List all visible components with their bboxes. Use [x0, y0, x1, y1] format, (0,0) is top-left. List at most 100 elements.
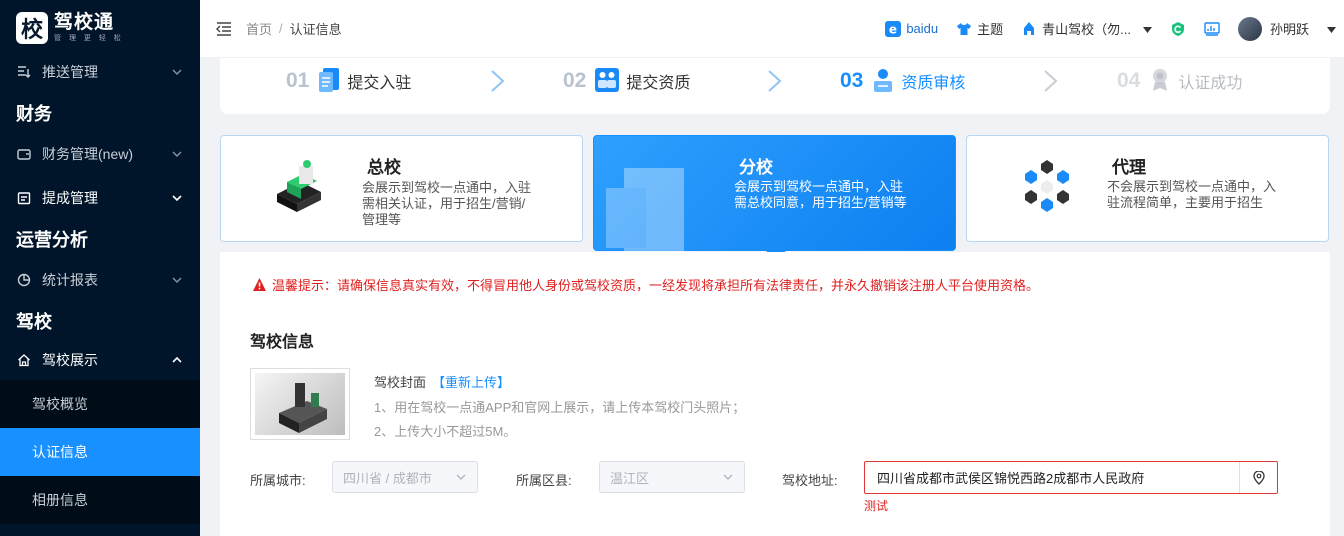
- sidebar-item-school-display[interactable]: 驾校展示: [0, 340, 200, 380]
- sidebar-item-label: 提成管理: [42, 190, 98, 206]
- school-logo-icon: [1021, 21, 1037, 37]
- card-description-line: 驻流程简单，主要用于招生: [1107, 195, 1264, 210]
- dashboard-button[interactable]: [1204, 21, 1220, 37]
- sidebar-item-finance[interactable]: 财务管理(new): [0, 132, 200, 176]
- top-header: 首页 / 认证信息 e baidu 主题 青山驾校（勿... 孙明跃: [200, 0, 1344, 58]
- card-branch-school[interactable]: 分校 会展示到驾校一点通中，入驻 需总校同意，用于招生/营销等: [593, 135, 956, 252]
- pie-chart-icon: [16, 272, 32, 288]
- warning-text: 温馨提示：请确保信息真实有效，不得冒用他人身份或驾校资质，一经发现将承担所有法律…: [272, 278, 1040, 293]
- card-description: 会展示到驾校一点通中，入驻 需总校同意，用于招生/营销等: [734, 179, 907, 211]
- step-certified: 04 认证成功: [1117, 66, 1242, 96]
- district-label: 所属区县:: [516, 473, 572, 488]
- logo-subtitle: 管 理 更 轻 松: [54, 35, 124, 42]
- address-label: 驾校地址:: [782, 473, 838, 488]
- cover-label: 驾校封面: [374, 375, 427, 390]
- step-submit-entry: 01 提交入驻: [286, 66, 411, 96]
- card-description-line: 管理等: [362, 212, 402, 227]
- card-head-school[interactable]: 总校 会展示到驾校一点通中，入驻 需相关认证，用于招生/营销/ 管理等: [220, 135, 583, 242]
- sidebar-item-label: 驾校展示: [42, 352, 98, 368]
- cover-info: 驾校封面 【重新上传】: [374, 372, 510, 391]
- theme-button[interactable]: 主题: [956, 19, 1003, 38]
- step-label: 资质审核: [901, 75, 966, 92]
- card-description: 会展示到驾校一点通中，入驻 需相关认证，用于招生/营销/ 管理等: [362, 180, 531, 228]
- chevron-down-icon: [170, 273, 184, 287]
- shield-check-button[interactable]: [1170, 21, 1186, 37]
- document-icon: [317, 67, 341, 96]
- breadcrumb: 首页 / 认证信息: [246, 19, 342, 38]
- chevron-down-icon: [456, 474, 466, 480]
- home-icon: [16, 352, 32, 368]
- group-title-operations: 运营分析: [16, 230, 88, 250]
- city-label: 所属城市:: [250, 473, 306, 488]
- wallet-icon: [16, 146, 32, 162]
- card-description-line: 不会展示到驾校一点通中，入: [1107, 179, 1277, 194]
- breadcrumb-home[interactable]: 首页: [246, 19, 272, 38]
- chevron-up-icon: [170, 353, 184, 367]
- caret-down-icon: [1142, 21, 1152, 36]
- user-menu[interactable]: 孙明跃: [1237, 16, 1336, 41]
- theme-label: 主题: [977, 22, 1004, 37]
- cover-thumbnail[interactable]: [250, 368, 350, 440]
- address-error: 测试: [864, 499, 889, 513]
- head-school-illustration-icon: [269, 156, 329, 219]
- cover-image: [255, 373, 345, 435]
- location-pin-icon[interactable]: [1239, 462, 1277, 493]
- svg-text:e: e: [889, 22, 897, 36]
- menu-fold-icon[interactable]: [216, 21, 232, 37]
- step-number: 04: [1117, 69, 1141, 92]
- card-title: 代理: [1112, 158, 1146, 177]
- card-description-line: 需相关认证，用于招生/营销/: [362, 196, 526, 211]
- city-select[interactable]: 四川省 / 成都市: [332, 461, 478, 493]
- app-logo[interactable]: 校 驾校通 管 理 更 轻 松: [0, 0, 200, 56]
- users-icon: [594, 67, 620, 96]
- sidebar-subitem-certification[interactable]: 认证信息: [0, 428, 200, 476]
- monitor-chart-icon: [1204, 21, 1220, 37]
- card-title: 总校: [367, 158, 401, 177]
- card-description-line: 需总校同意，用于招生/营销等: [734, 195, 907, 210]
- district-select[interactable]: 温江区: [599, 461, 745, 493]
- address-input[interactable]: 四川省成都市武侯区锦悦西路2成都市人民政府: [864, 461, 1278, 494]
- card-description-line: 会展示到驾校一点通中，入驻: [362, 180, 532, 195]
- step-number: 03: [840, 69, 864, 92]
- chevron-down-icon: [170, 191, 184, 205]
- sidebar-item-reports[interactable]: 统计报表: [0, 258, 200, 302]
- step-number: 02: [563, 69, 587, 92]
- logo-badge: 校: [16, 12, 48, 44]
- step-label: 认证成功: [1178, 75, 1243, 92]
- chevron-down-icon: [170, 147, 184, 161]
- chevron-down-icon: [170, 65, 184, 79]
- breadcrumb-separator: /: [279, 21, 283, 36]
- browser-e-icon: e: [885, 20, 902, 37]
- step-number: 01: [286, 69, 310, 92]
- agent-network-icon: [1017, 156, 1077, 219]
- sidebar-item-label: 统计报表: [42, 272, 98, 288]
- chevron-down-icon: [723, 474, 733, 480]
- school-switcher[interactable]: 青山驾校（勿...: [1021, 19, 1152, 38]
- sidebar-item-push[interactable]: 推送管理: [0, 50, 200, 94]
- school-name: 青山驾校（勿...: [1042, 22, 1131, 37]
- user-name: 孙明跃: [1269, 22, 1309, 37]
- cover-tip: 1、用在驾校一点通APP和官网上展示，请上传本驾校门头照片；: [374, 400, 746, 415]
- shirt-icon: [956, 21, 972, 37]
- sidebar-item-commission[interactable]: 提成管理: [0, 176, 200, 220]
- sidebar-subitem-album[interactable]: 相册信息: [0, 476, 200, 524]
- city-value: 四川省 / 成都市: [343, 470, 432, 486]
- step-qualification-review: 03 资质审核: [840, 66, 965, 96]
- sidebar-subitem-overview[interactable]: 驾校概览: [0, 380, 200, 428]
- step-label: 提交入驻: [347, 75, 412, 92]
- step-arrow-icon: [1044, 70, 1058, 92]
- card-agent[interactable]: 代理 不会展示到驾校一点通中，入 驻流程简单，主要用于招生: [966, 135, 1329, 242]
- push-list-icon: [16, 64, 32, 80]
- card-title: 分校: [739, 158, 773, 177]
- baidu-label: baidu: [906, 21, 939, 36]
- branch-school-decor-icon: [604, 148, 714, 255]
- cover-tip: 2、上传大小不超过5M。: [374, 424, 517, 439]
- shield-check-icon: [1170, 21, 1186, 37]
- step-arrow-icon: [491, 70, 505, 92]
- reupload-link[interactable]: 【重新上传】: [432, 375, 510, 390]
- sidebar: 校 驾校通 管 理 更 轻 松 推送管理 财务 财务管理(new) 提成管理 运…: [0, 0, 200, 536]
- logo-title: 驾校通: [54, 12, 115, 33]
- baidu-link[interactable]: e baidu: [885, 20, 939, 37]
- avatar: [1237, 16, 1262, 41]
- reviewer-icon: [871, 67, 895, 96]
